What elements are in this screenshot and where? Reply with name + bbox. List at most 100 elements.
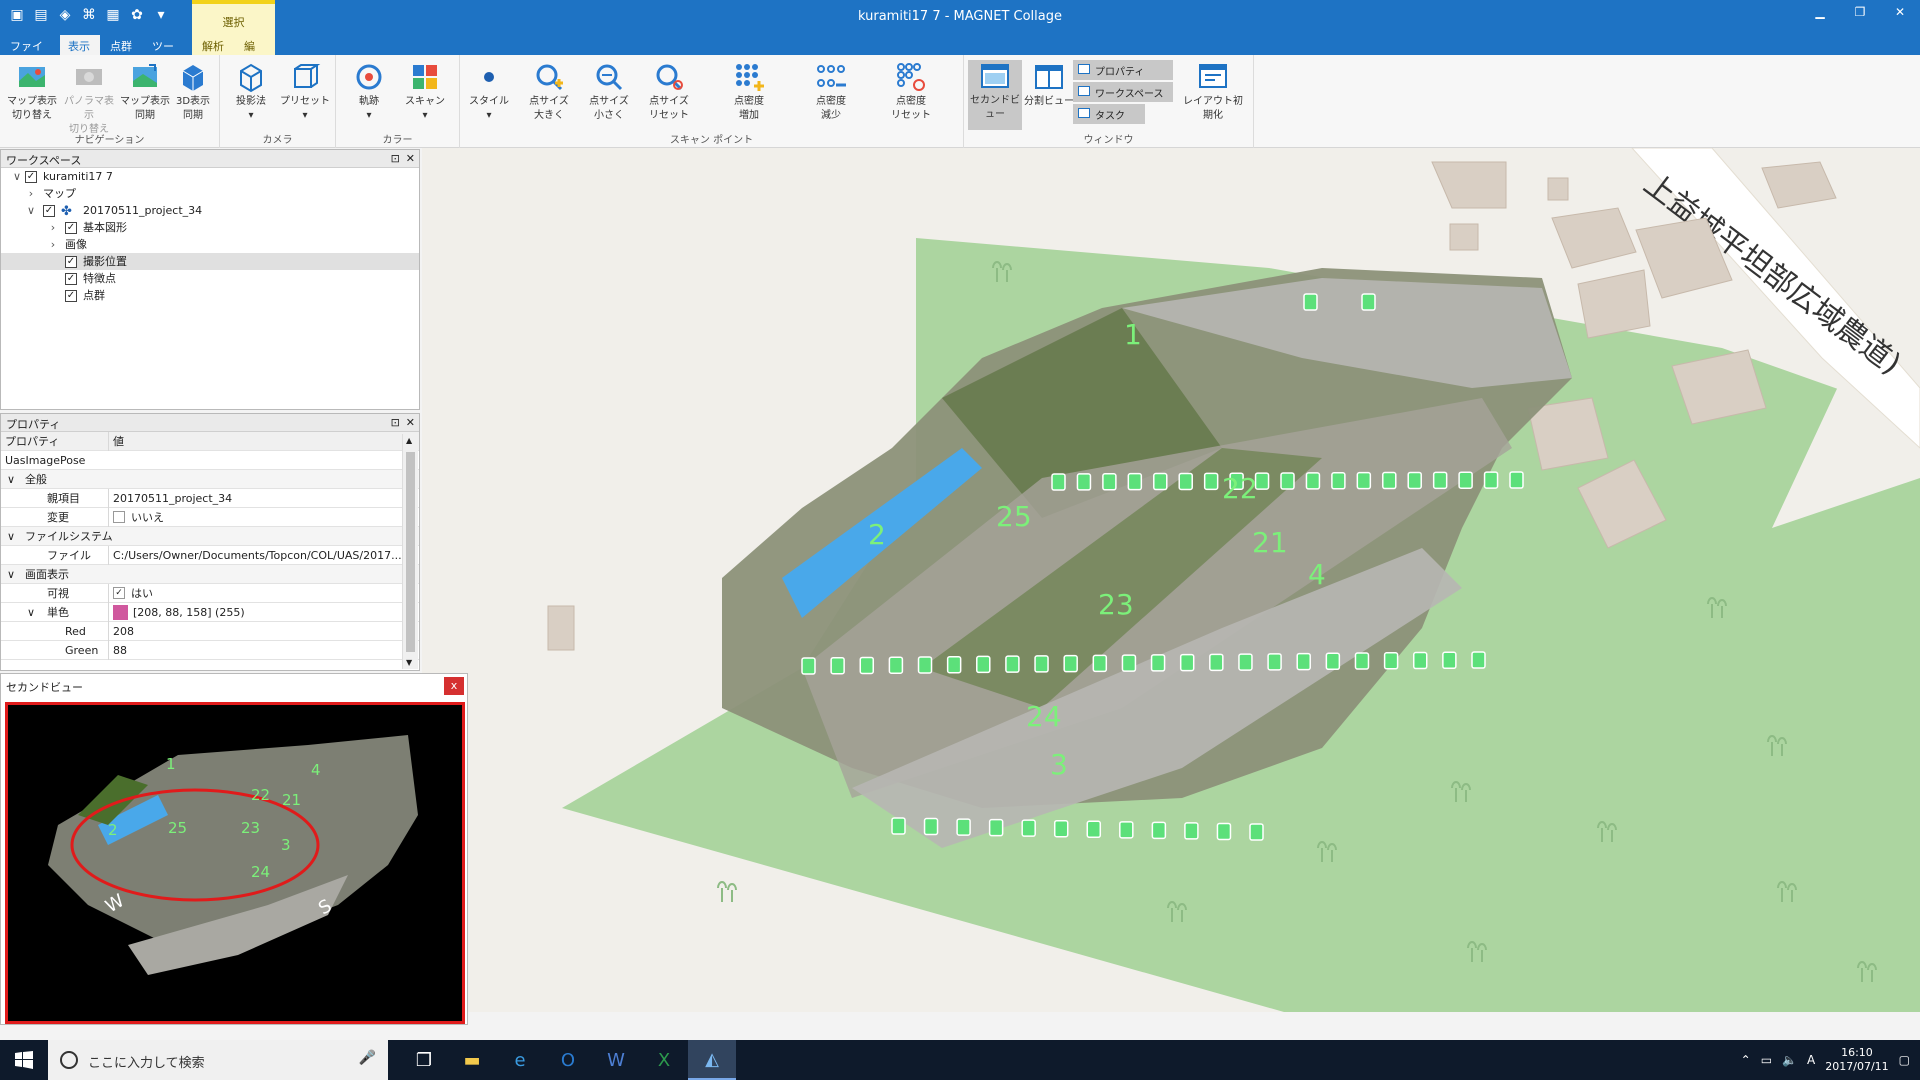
- collapse-icon[interactable]: ∨: [7, 470, 15, 489]
- notifications-icon[interactable]: ▢: [1899, 1053, 1910, 1067]
- density-down-button[interactable]: 点密度 減少: [806, 61, 856, 123]
- camera-marker[interactable]: [1331, 472, 1346, 490]
- tree-item-root[interactable]: ∨ ✓ kuramiti17 7: [1, 168, 419, 185]
- checkbox[interactable]: ✓: [65, 290, 77, 302]
- camera-marker[interactable]: [1238, 653, 1253, 671]
- camera-marker[interactable]: [1303, 293, 1318, 311]
- camera-marker[interactable]: [1005, 655, 1020, 673]
- edge-icon[interactable]: e: [496, 1040, 544, 1080]
- camera-marker[interactable]: [1267, 653, 1282, 671]
- volume-icon[interactable]: 🔈: [1782, 1053, 1797, 1067]
- camera-marker[interactable]: [1361, 293, 1376, 311]
- camera-marker[interactable]: [1092, 654, 1108, 673]
- collapse-icon[interactable]: ∨: [25, 202, 37, 219]
- tree-item-map[interactable]: › マップ: [1, 185, 419, 202]
- camera-marker[interactable]: [1412, 651, 1428, 670]
- camera-marker[interactable]: [888, 656, 904, 674]
- magnet-collage-icon[interactable]: ◭: [688, 1040, 736, 1080]
- scroll-thumb[interactable]: [406, 452, 415, 652]
- camera-marker[interactable]: [801, 657, 816, 675]
- density-up-button[interactable]: 点密度 増加: [724, 61, 774, 123]
- tree-item-shapes[interactable]: › ✓ 基本図形: [1, 219, 419, 236]
- tree-item-pointcloud[interactable]: ✓ 点群: [1, 287, 419, 304]
- camera-marker[interactable]: [1407, 471, 1422, 490]
- scroll-down-icon[interactable]: ▼: [406, 658, 412, 667]
- checkbox[interactable]: ✓: [43, 205, 55, 217]
- camera-marker[interactable]: [1383, 652, 1399, 670]
- task-view-icon[interactable]: ❐: [400, 1040, 448, 1080]
- expand-icon[interactable]: ›: [25, 185, 37, 202]
- tab-file[interactable]: ファイル: [0, 35, 60, 69]
- property-row[interactable]: ∨ 単色 [208, 88, 158] (255): [1, 603, 419, 622]
- camera-marker[interactable]: [946, 655, 962, 674]
- camera-marker[interactable]: [1296, 652, 1311, 671]
- camera-marker[interactable]: [1179, 653, 1195, 672]
- camera-marker[interactable]: [1305, 472, 1321, 490]
- scan-button[interactable]: スキャン ▾: [400, 61, 450, 123]
- properties-toggle[interactable]: プロパティ: [1073, 60, 1173, 80]
- camera-marker[interactable]: [917, 656, 933, 674]
- map-toggle-button[interactable]: マップ表示 切り替え: [7, 61, 57, 123]
- camera-marker[interactable]: [1483, 471, 1499, 489]
- camera-marker[interactable]: [1127, 472, 1143, 491]
- camera-marker[interactable]: [1021, 819, 1036, 837]
- property-row[interactable]: 変更 いいえ: [1, 508, 419, 527]
- start-button[interactable]: [0, 1040, 48, 1080]
- close-icon[interactable]: ✕: [1880, 0, 1920, 24]
- property-row[interactable]: 親項目 20170511_project_34: [1, 489, 419, 508]
- task-toggle[interactable]: タスク: [1073, 104, 1145, 124]
- camera-marker[interactable]: [1119, 821, 1134, 839]
- projection-button[interactable]: 投影法 ▾: [226, 61, 276, 123]
- camera-marker[interactable]: [1063, 654, 1078, 673]
- panorama-toggle-button[interactable]: パノラマ表示 切り替え: [60, 61, 118, 137]
- camera-marker[interactable]: [1076, 473, 1092, 491]
- camera-marker[interactable]: [1432, 471, 1448, 490]
- camera-marker[interactable]: [1325, 652, 1341, 671]
- camera-marker[interactable]: [1102, 473, 1117, 491]
- properties-scrollbar[interactable]: ▲ ▼: [402, 434, 418, 669]
- tab-pointcloud[interactable]: 点群: [100, 35, 142, 55]
- density-reset-button[interactable]: 点密度 リセット: [886, 61, 936, 123]
- pin-icon[interactable]: ⊡: [391, 152, 400, 165]
- tree-item-features[interactable]: ✓ 特徴点: [1, 270, 419, 287]
- category-display[interactable]: ∨ 画面表示: [1, 565, 419, 584]
- camera-marker[interactable]: [1471, 651, 1486, 669]
- category-filesystem[interactable]: ∨ ファイルシステム: [1, 527, 419, 546]
- outlook-icon[interactable]: O: [544, 1040, 592, 1080]
- camera-marker[interactable]: [956, 818, 971, 836]
- split-view-button[interactable]: 分割ビュー: [1024, 61, 1074, 109]
- expand-icon[interactable]: ›: [47, 236, 59, 253]
- minimize-icon[interactable]: ▁: [1800, 0, 1840, 24]
- checkbox[interactable]: ✓: [65, 256, 77, 268]
- ime-indicator[interactable]: A: [1807, 1053, 1815, 1067]
- second-view-canvas[interactable]: 1 4 22 21 2 25 23 3 24 W S: [5, 702, 465, 1024]
- camera-marker[interactable]: [1509, 471, 1524, 489]
- camera-marker[interactable]: [1184, 822, 1199, 840]
- main-3d-view[interactable]: 上益城平坦部広域農道) 1 2 25 22 21 4 23 24 3: [422, 148, 1920, 1012]
- camera-marker[interactable]: [859, 656, 875, 675]
- category-general[interactable]: ∨ 全般: [1, 470, 419, 489]
- expand-icon[interactable]: ›: [47, 219, 59, 236]
- property-row[interactable]: 可視 はい ✓: [1, 584, 419, 603]
- camera-marker[interactable]: [1354, 652, 1370, 670]
- camera-marker[interactable]: [1051, 473, 1066, 491]
- restore-icon[interactable]: ❐: [1840, 0, 1880, 24]
- camera-marker[interactable]: [976, 655, 991, 674]
- tab-tools[interactable]: ツール: [142, 35, 192, 69]
- camera-marker[interactable]: [1458, 471, 1473, 489]
- checkbox[interactable]: ✓: [65, 273, 77, 285]
- collapse-icon[interactable]: ∨: [11, 168, 23, 185]
- workspace-close-icon[interactable]: ✕: [406, 152, 415, 165]
- preset-button[interactable]: プリセット ▾: [280, 61, 330, 123]
- collapse-icon[interactable]: ∨: [7, 565, 15, 584]
- camera-marker[interactable]: [1053, 819, 1069, 838]
- pin-icon[interactable]: ⊡: [391, 416, 400, 429]
- tree-item-camera-positions[interactable]: ✓ 撮影位置: [1, 253, 419, 270]
- camera-marker[interactable]: [1442, 651, 1457, 670]
- taskbar-search[interactable]: ここに入力して検索 🎤: [48, 1040, 388, 1080]
- camera-marker[interactable]: [1203, 472, 1219, 491]
- camera-marker[interactable]: [1280, 472, 1295, 490]
- camera-marker[interactable]: [1356, 471, 1372, 490]
- point-size-reset-button[interactable]: 点サイズ リセット: [644, 61, 694, 123]
- checkbox[interactable]: ✓: [25, 171, 37, 183]
